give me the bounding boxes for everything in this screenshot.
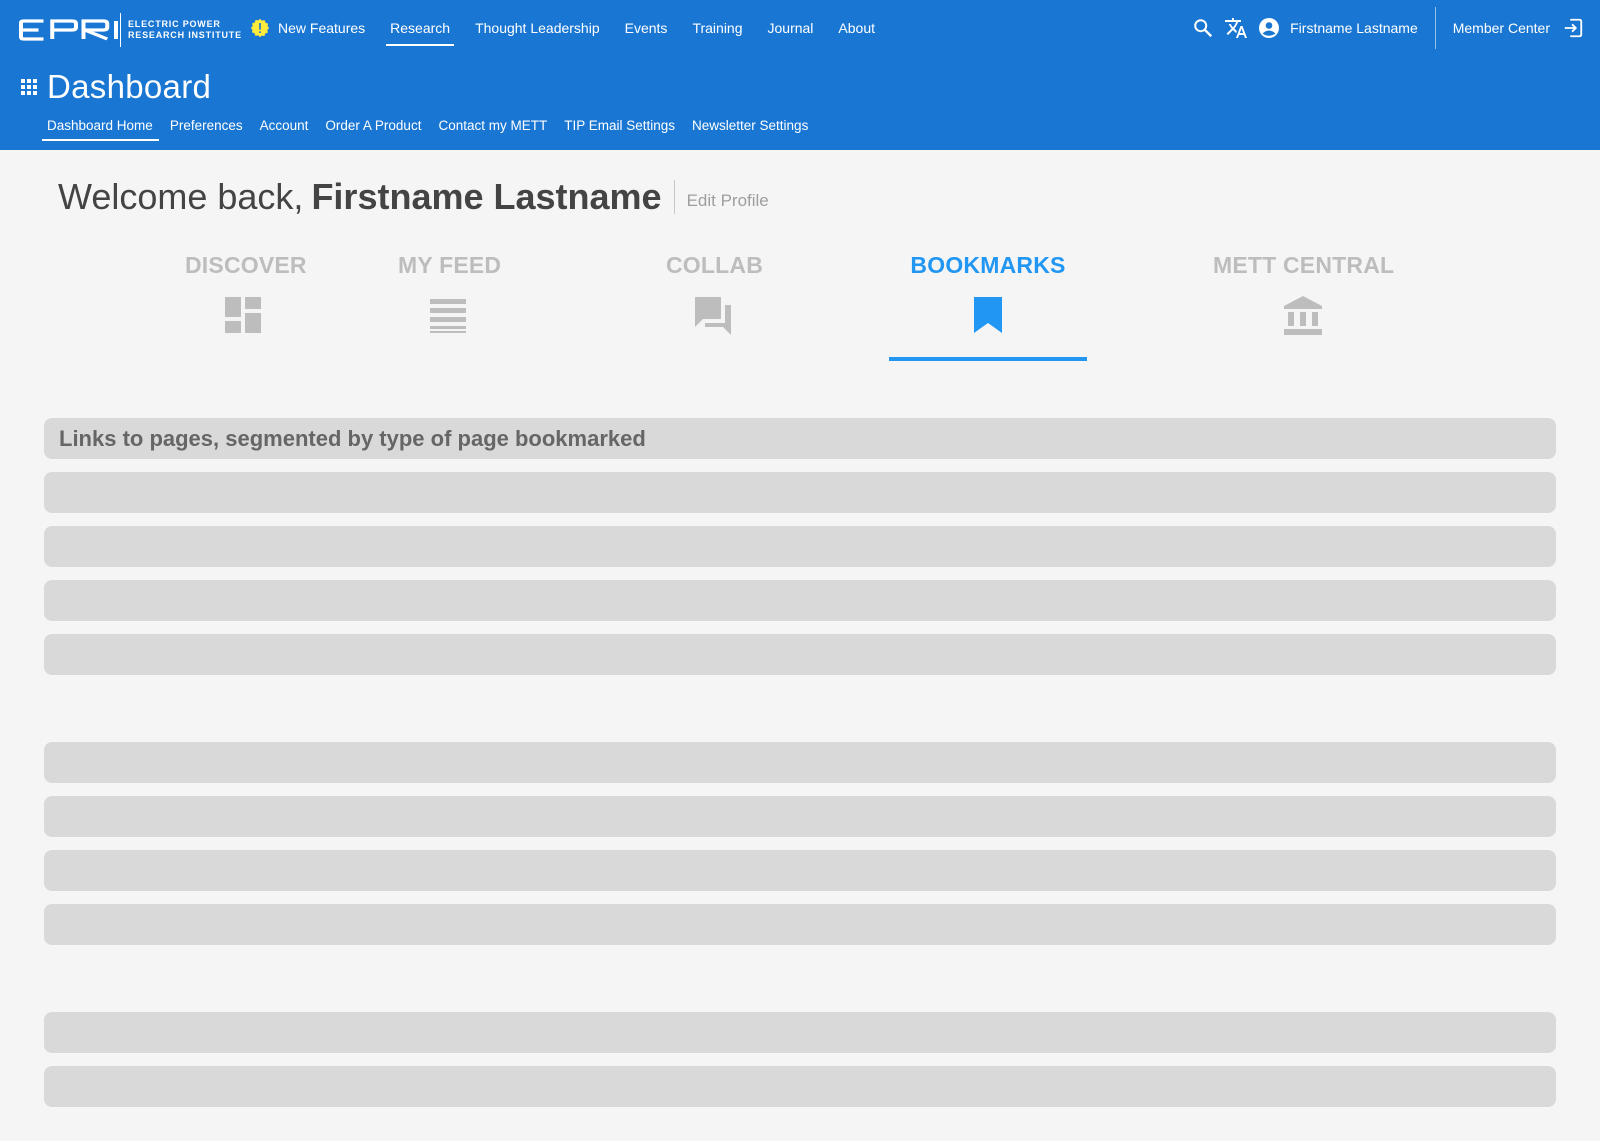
exit-icon: [1564, 18, 1583, 38]
tab-collab[interactable]: COLLAB: [666, 252, 764, 335]
header-divider: [1434, 7, 1436, 49]
nav-training[interactable]: Training: [688, 16, 746, 40]
header-utilities: Firstname Lastname Member Center: [1191, 0, 1600, 56]
subnav-order-a-product[interactable]: Order A Product: [319, 114, 427, 138]
nav-new-features[interactable]: New Features: [246, 14, 369, 42]
subnav-newsletter-settings[interactable]: Newsletter Settings: [686, 114, 814, 138]
top-header: ELECTRIC POWER RESEARCH INSTITUTE New Fe…: [0, 0, 1600, 150]
welcome-divider: [673, 180, 675, 214]
dashboard-subnav: Dashboard Home Preferences Account Order…: [41, 114, 819, 141]
bookmark-placeholder-row[interactable]: [44, 850, 1556, 891]
member-center-label: Member Center: [1452, 20, 1550, 36]
dashboard-title-row: Dashboard: [20, 68, 211, 106]
bookmark-placeholder-row[interactable]: [44, 904, 1556, 945]
bookmark-placeholder-row[interactable]: [44, 796, 1556, 837]
welcome-banner: Welcome back, Firstname Lastname Edit Pr…: [58, 176, 769, 218]
translate-icon[interactable]: [1224, 16, 1248, 40]
bookmark-placeholder-row[interactable]: [44, 1012, 1556, 1053]
page-title: Dashboard: [47, 68, 212, 105]
active-tab-indicator: [889, 357, 1087, 361]
welcome-user-name: Firstname Lastname: [311, 176, 662, 217]
subnav-preferences[interactable]: Preferences: [164, 114, 249, 138]
nav-thought-leadership[interactable]: Thought Leadership: [471, 16, 604, 40]
tab-discover[interactable]: DISCOVER: [185, 252, 307, 335]
user-name[interactable]: Firstname Lastname: [1290, 20, 1418, 36]
account-circle-icon[interactable]: [1257, 16, 1281, 40]
bookmarks-section-header-text: Links to pages, segmented by type of pag…: [59, 425, 646, 451]
bookmark-placeholder-row[interactable]: [44, 526, 1556, 567]
tab-discover-label: DISCOVER: [185, 252, 307, 278]
new-features-badge-icon: [250, 18, 270, 38]
welcome-greeting: Welcome back,: [58, 176, 304, 217]
logo-subtitle-line1: ELECTRIC POWER: [128, 19, 221, 29]
epri-logo[interactable]: ELECTRIC POWER RESEARCH INSTITUTE: [16, 12, 242, 48]
apps-grid-icon[interactable]: [20, 78, 38, 96]
new-features-label: New Features: [278, 20, 366, 36]
subnav-tip-email-settings[interactable]: TIP Email Settings: [558, 114, 681, 138]
bookmarks-section-header: Links to pages, segmented by type of pag…: [44, 418, 1556, 459]
tab-mett-central-label: METT CENTRAL: [1213, 252, 1395, 278]
nav-journal[interactable]: Journal: [764, 16, 818, 40]
edit-profile-link[interactable]: Edit Profile: [687, 191, 769, 211]
bookmark-icon: [974, 297, 1002, 333]
bookmark-placeholder-row[interactable]: [44, 472, 1556, 513]
subnav-dashboard-home[interactable]: Dashboard Home: [41, 114, 159, 141]
logo-subtitle-line2: RESEARCH INSTITUTE: [128, 30, 242, 40]
subnav-account[interactable]: Account: [254, 114, 315, 138]
list-icon: [430, 299, 466, 333]
tab-my-feed[interactable]: MY FEED: [398, 252, 502, 335]
logo-subtitle: ELECTRIC POWER RESEARCH INSTITUTE: [128, 19, 242, 41]
tab-mett-central[interactable]: METT CENTRAL: [1213, 252, 1395, 335]
forum-icon: [695, 297, 731, 335]
member-center-link[interactable]: Member Center: [1453, 17, 1584, 39]
nav-research[interactable]: Research: [386, 16, 455, 46]
bookmark-placeholder-row[interactable]: [44, 742, 1556, 783]
search-icon[interactable]: [1191, 16, 1215, 40]
epri-logo-mark: [19, 19, 118, 41]
tab-my-feed-label: MY FEED: [398, 252, 502, 278]
bookmark-placeholder-row[interactable]: [44, 1066, 1556, 1107]
bookmark-placeholder-row[interactable]: [44, 634, 1556, 675]
subnav-contact-my-mett[interactable]: Contact my METT: [432, 114, 553, 138]
tab-bookmarks-label: BOOKMARKS: [910, 252, 1066, 278]
primary-nav: New Features Research Thought Leadership…: [246, 0, 896, 56]
nav-events[interactable]: Events: [621, 16, 672, 40]
institution-icon: [1284, 296, 1322, 335]
dashboard-icon: [224, 297, 261, 333]
tab-collab-label: COLLAB: [666, 252, 764, 278]
tab-bookmarks[interactable]: BOOKMARKS: [905, 252, 1071, 335]
bookmark-placeholder-row[interactable]: [44, 580, 1556, 621]
nav-about[interactable]: About: [834, 16, 879, 40]
